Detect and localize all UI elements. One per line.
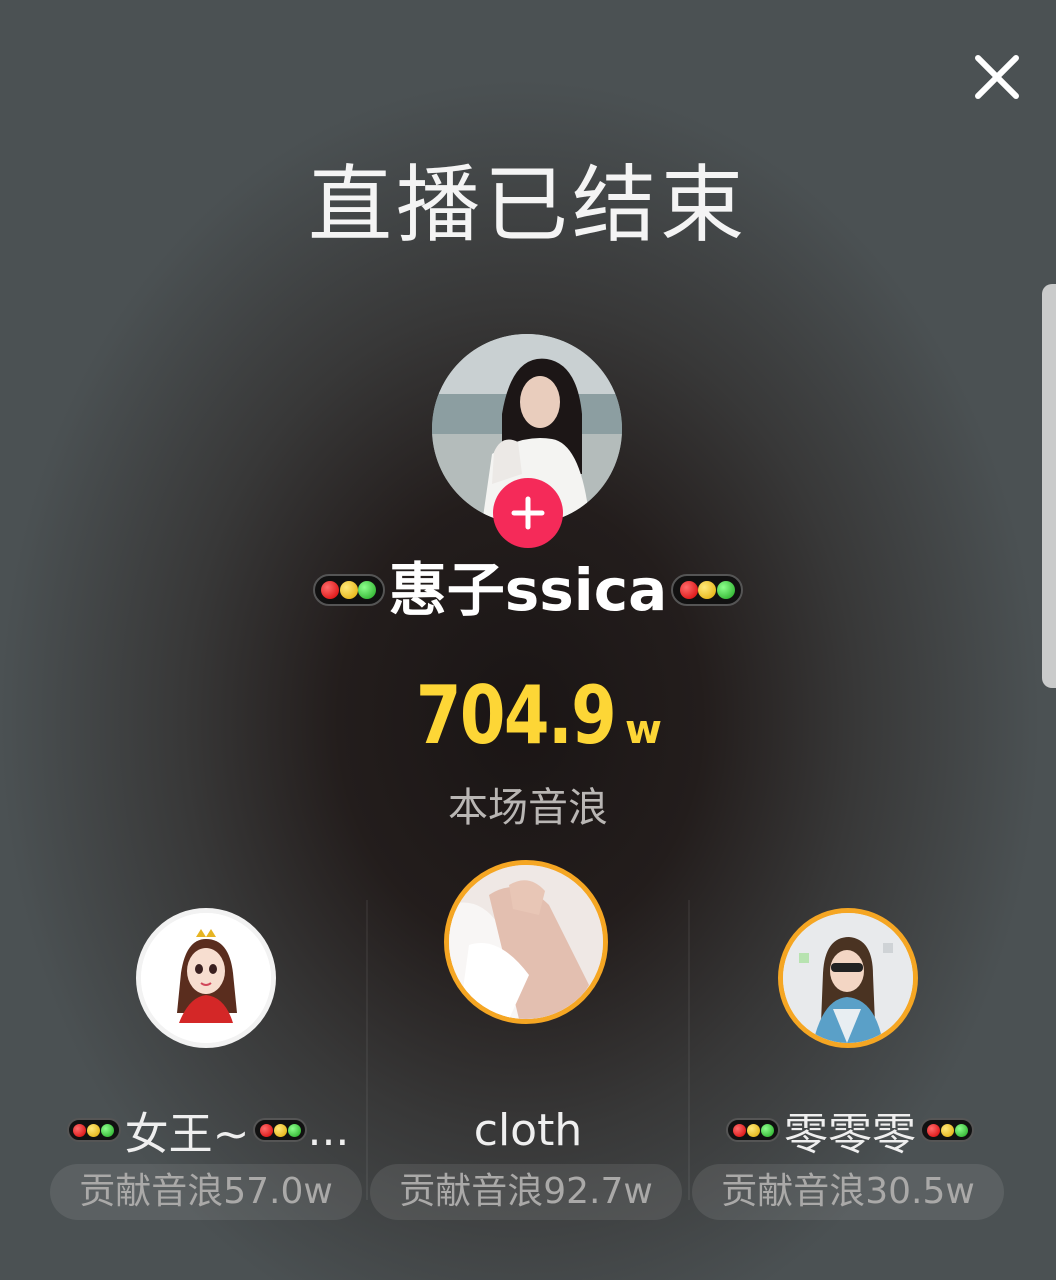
contributor-name-row: 女王~ ... (48, 1100, 368, 1160)
follow-button[interactable] (493, 478, 563, 548)
traffic-light-emoji-icon (920, 1118, 974, 1142)
traffic-light-emoji-icon (671, 574, 744, 606)
side-drawer-handle[interactable] (1042, 284, 1056, 688)
cartoon-queen-avatar (141, 913, 271, 1043)
sound-wave-unit: w (625, 707, 662, 753)
contributor-avatar[interactable] (444, 860, 608, 1024)
contributor-card[interactable]: 零零零 贡献音浪30.5w (690, 850, 1010, 1230)
contributor-name-row: 零零零 (690, 1100, 1010, 1160)
contribution-badge: 贡献音浪57.0w (50, 1164, 362, 1220)
plus-icon (511, 496, 545, 530)
contributor-name: 零零零 (784, 1109, 916, 1160)
contribution-badge: 贡献音浪30.5w (692, 1164, 1004, 1220)
cloth-photo-avatar (449, 865, 603, 1019)
host-name-row[interactable]: 惠子ssica (0, 555, 1056, 625)
close-button[interactable] (966, 46, 1028, 108)
traffic-light-emoji-icon (253, 1118, 308, 1142)
contributor-card[interactable]: 女王~ ... 贡献音浪57.0w (48, 850, 368, 1230)
contribution-badge: 贡献音浪92.7w (370, 1164, 682, 1220)
contributor-name-row: cloth (368, 1100, 688, 1160)
sound-wave-label: 本场音浪 (448, 785, 608, 831)
sound-wave-value: 704.9 (415, 669, 617, 762)
page-title: 直播已结束 (307, 156, 748, 254)
name-ellipsis: ... (307, 1104, 350, 1156)
illustrated-girl-avatar (783, 913, 913, 1043)
contributor-avatar[interactable] (778, 908, 918, 1048)
contributor-name: cloth (473, 1104, 583, 1156)
live-ended-screen: 直播已结束 惠子ssica 704.9 w 本场音浪 女王~ ... 贡献音浪5… (0, 0, 1056, 1280)
contributor-card[interactable]: cloth 贡献音浪92.7w (368, 850, 688, 1230)
traffic-light-emoji-icon (312, 574, 385, 606)
close-icon (975, 55, 1019, 99)
contributor-avatar[interactable] (136, 908, 276, 1048)
traffic-light-emoji-icon (66, 1118, 121, 1142)
host-name: 惠子ssica (388, 556, 668, 624)
contributor-name: 女王~ (124, 1109, 250, 1160)
traffic-light-emoji-icon (726, 1118, 780, 1142)
sound-wave-total: 704.9 w (0, 666, 1056, 766)
